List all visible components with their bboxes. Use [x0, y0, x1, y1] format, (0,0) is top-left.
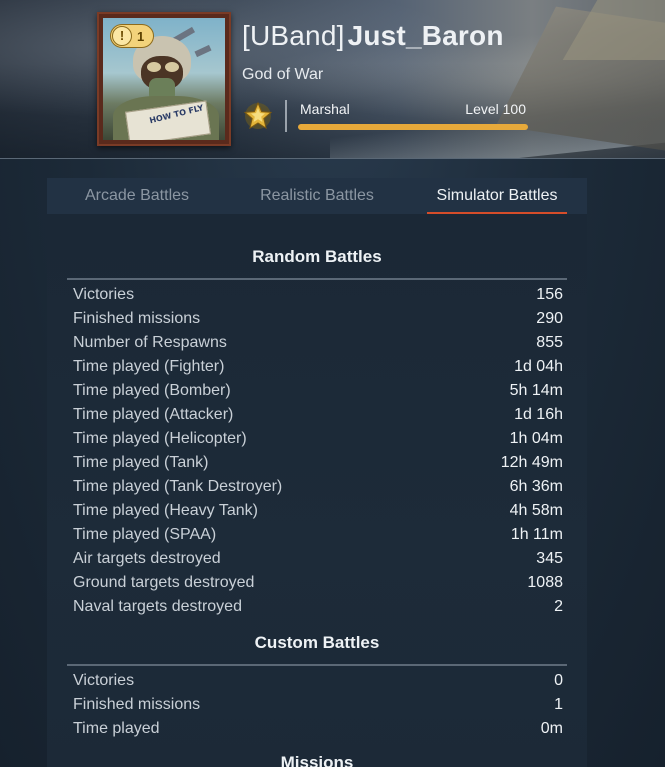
stat-label: Naval targets destroyed [73, 598, 242, 615]
goggle-icon [147, 62, 161, 72]
section-title-random-battles: Random Battles [252, 247, 382, 266]
badge-count: 1 [137, 28, 145, 44]
stat-value: 5h 14m [509, 382, 563, 399]
stat-row: Time played 0m [67, 717, 567, 741]
stat-label: Finished missions [73, 696, 201, 713]
stat-label: Time played (Helicopter) [73, 430, 247, 447]
stat-value: 1d 16h [514, 406, 563, 423]
stat-value: 4h 58m [509, 502, 563, 519]
stat-value: 1088 [527, 574, 563, 591]
stat-value: 1h 11m [510, 526, 563, 543]
stat-value: 345 [536, 550, 563, 567]
section-title-missions: Missions [280, 753, 354, 767]
stat-value: 0 [554, 672, 563, 689]
stat-label: Time played (Tank Destroyer) [73, 478, 283, 495]
section-divider [67, 664, 567, 666]
stat-label: Time played (Fighter) [73, 358, 225, 375]
plane-icon [194, 44, 212, 58]
stat-value: 6h 36m [509, 478, 563, 495]
stat-label: Number of Respawns [73, 334, 227, 351]
battle-mode-tabs: Arcade Battles Realistic Battles Simulat… [47, 178, 587, 214]
stat-value: 156 [536, 286, 563, 303]
stat-label: Victories [73, 672, 135, 689]
level-progress-fill [298, 124, 528, 130]
stat-value: 855 [536, 334, 563, 351]
stat-row: Time played (Tank Destroyer) 6h 36m [67, 475, 567, 499]
random-battles-list: Victories 156 Finished missions 290 Number o… [67, 283, 567, 619]
notification-badge[interactable]: ! 1 [110, 24, 154, 48]
stat-row: Time played (Attacker) 1d 16h [67, 403, 567, 427]
stat-value: 0m [540, 720, 563, 737]
section-divider [67, 278, 567, 280]
tab-simulator-battles[interactable]: Simulator Battles [407, 178, 587, 214]
profile-banner: HOW TO FLY ! 1 [UBand] Just_Baron God of … [0, 0, 665, 159]
stat-row: Time played (Fighter) 1d 04h [67, 355, 567, 379]
level-progress-bar [298, 124, 528, 130]
stat-value: 1h 04m [509, 430, 563, 447]
stat-label: Victories [73, 286, 135, 303]
stat-row: Time played (Bomber) 5h 14m [67, 379, 567, 403]
stat-row: Time played (Helicopter) 1h 04m [67, 427, 567, 451]
stat-row: Finished missions 1 [67, 693, 567, 717]
goggle-icon [165, 62, 179, 72]
stat-label: Time played (Heavy Tank) [73, 502, 258, 519]
stat-row: Victories 0 [67, 669, 567, 693]
stat-row: Air targets destroyed 345 [67, 547, 567, 571]
tab-arcade-battles[interactable]: Arcade Battles [47, 178, 227, 214]
stat-value: 12h 49m [500, 454, 563, 471]
stat-value: 2 [554, 598, 563, 615]
exclamation-icon: ! [112, 26, 132, 46]
player-title: God of War [242, 66, 324, 83]
stat-row: Number of Respawns 855 [67, 331, 567, 355]
stat-value: 1d 04h [514, 358, 563, 375]
clan-tag: [UBand] [242, 20, 345, 51]
custom-battles-list: Victories 0 Finished missions 1 Time played 0… [67, 669, 567, 741]
stat-row: Time played (SPAA) 1h 11m [67, 523, 567, 547]
stat-value: 1 [554, 696, 563, 713]
level-label: Level 100 [465, 101, 526, 117]
rank-divider [285, 100, 287, 132]
nickname: Just_Baron [347, 20, 504, 51]
player-name: [UBand] Just_Baron [242, 20, 504, 52]
stat-label: Finished missions [73, 310, 201, 327]
book-text: HOW TO FLY [148, 103, 205, 126]
stat-label: Air targets destroyed [73, 550, 221, 567]
stat-label: Ground targets destroyed [73, 574, 255, 591]
stat-row: Ground targets destroyed 1088 [67, 571, 567, 595]
section-title-custom-battles: Custom Battles [254, 633, 380, 652]
stat-row: Naval targets destroyed 2 [67, 595, 567, 619]
rank-star-icon [243, 101, 273, 130]
stat-label: Time played (Bomber) [73, 382, 231, 399]
stat-row: Finished missions 290 [67, 307, 567, 331]
stat-label: Time played (Tank) [73, 454, 209, 471]
stat-value: 290 [536, 310, 563, 327]
stats-panel[interactable]: Random Battles Victories 156 Finished miss… [47, 214, 587, 767]
stat-label: Time played (SPAA) [73, 526, 217, 543]
stat-row: Time played (Tank) 12h 49m [67, 451, 567, 475]
stat-label: Time played (Attacker) [73, 406, 234, 423]
stat-row: Victories 156 [67, 283, 567, 307]
rank-name: Marshal [300, 101, 350, 117]
profile-screen: HOW TO FLY ! 1 [UBand] Just_Baron God of … [0, 0, 665, 767]
stat-label: Time played [73, 720, 160, 737]
tab-realistic-battles[interactable]: Realistic Battles [227, 178, 407, 214]
stat-row: Time played (Heavy Tank) 4h 58m [67, 499, 567, 523]
